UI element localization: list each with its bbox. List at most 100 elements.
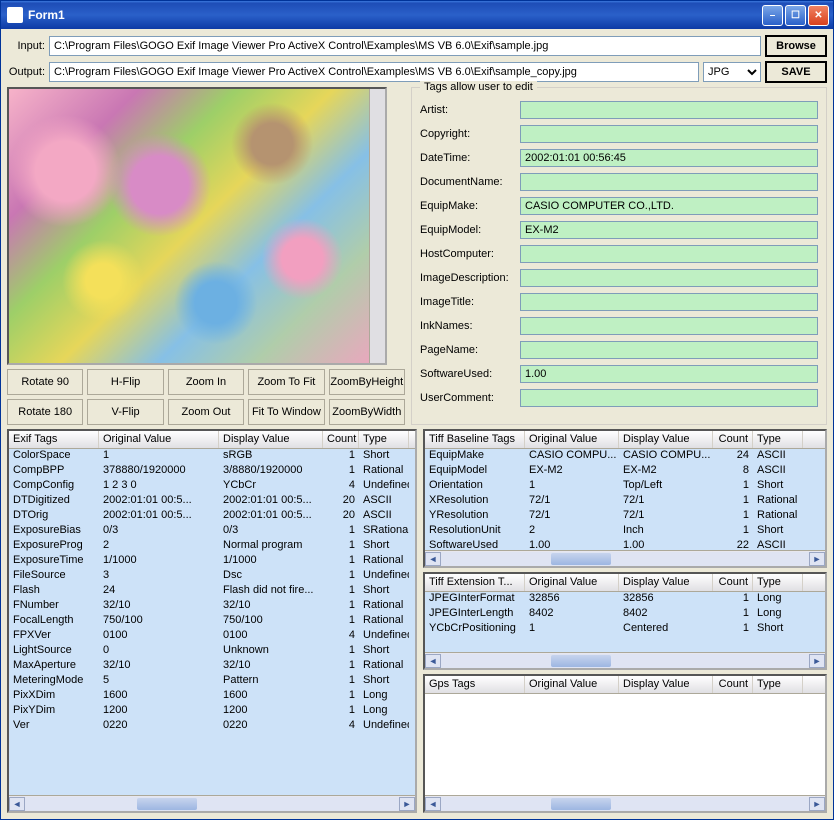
column-header[interactable]: Count [713,676,753,693]
minimize-button[interactable]: – [762,5,783,26]
zoombyheight-button[interactable]: ZoomByHeight [329,369,405,395]
scroll-left-icon[interactable]: ◄ [9,797,25,811]
table-row[interactable]: ResolutionUnit2Inch1Short [425,524,825,539]
tiff-baseline-listview[interactable]: Tiff Baseline TagsOriginal ValueDisplay … [423,429,827,568]
tag-input-inknames[interactable] [520,317,818,335]
maximize-button[interactable]: ☐ [785,5,806,26]
table-row[interactable]: EquipModelEX-M2EX-M28ASCII [425,464,825,479]
scroll-right-icon[interactable]: ► [809,797,825,811]
table-row[interactable]: YCbCrPositioning1Centered1Short [425,622,825,637]
table-row[interactable]: MeteringMode5Pattern1Short [9,674,415,689]
tag-label: DateTime: [420,152,516,164]
table-row[interactable]: Ver022002204Undefined [9,719,415,734]
table-row[interactable]: FNumber32/1032/101Rational [9,599,415,614]
tag-input-equipmake[interactable] [520,197,818,215]
table-row[interactable]: XResolution72/172/11Rational [425,494,825,509]
scroll-left-icon[interactable]: ◄ [425,654,441,668]
table-row[interactable]: DTOrig2002:01:01 00:5...2002:01:01 00:5.… [9,509,415,524]
tiffb-hscrollbar[interactable]: ◄ ► [425,550,825,566]
zoom-out-button[interactable]: Zoom Out [168,399,244,425]
scroll-right-icon[interactable]: ► [809,552,825,566]
column-header[interactable]: Original Value [99,431,219,448]
tag-input-documentname[interactable] [520,173,818,191]
tag-input-usercomment[interactable] [520,389,818,407]
column-header[interactable]: Type [753,574,803,591]
tag-input-pagename[interactable] [520,341,818,359]
zoom-in-button[interactable]: Zoom In [168,369,244,395]
table-row[interactable]: YResolution72/172/11Rational [425,509,825,524]
scroll-left-icon[interactable]: ◄ [425,797,441,811]
scroll-right-icon[interactable]: ► [809,654,825,668]
scroll-right-icon[interactable]: ► [399,797,415,811]
column-header[interactable]: Exif Tags [9,431,99,448]
close-button[interactable]: ✕ [808,5,829,26]
table-row[interactable]: Orientation1Top/Left1Short [425,479,825,494]
output-format-select[interactable]: JPG [703,62,761,82]
column-header[interactable]: Display Value [619,676,713,693]
table-row[interactable]: LightSource0Unknown1Short [9,644,415,659]
tag-input-equipmodel[interactable] [520,221,818,239]
table-row[interactable]: PixXDim160016001Long [9,689,415,704]
table-row[interactable]: ExposureTime1/10001/10001Rational [9,554,415,569]
column-header[interactable]: Display Value [619,431,713,448]
v-flip-button[interactable]: V-Flip [87,399,163,425]
gps-listview[interactable]: Gps TagsOriginal ValueDisplay ValueCount… [423,674,827,813]
browse-button[interactable]: Browse [765,35,827,57]
table-row[interactable]: SoftwareUsed1.001.0022ASCII [425,539,825,550]
tag-label: ImageTitle: [420,296,516,308]
table-row[interactable]: ExposureProg2Normal program1Short [9,539,415,554]
tiffe-hscrollbar[interactable]: ◄ ► [425,652,825,668]
tag-input-imagetitle[interactable] [520,293,818,311]
table-row[interactable]: Flash24Flash did not fire...1Short [9,584,415,599]
scroll-left-icon[interactable]: ◄ [425,552,441,566]
exif-hscrollbar[interactable]: ◄ ► [9,795,415,811]
table-row[interactable]: FocalLength750/100750/1001Rational [9,614,415,629]
table-row[interactable]: ExposureBias0/30/31SRational [9,524,415,539]
table-row[interactable]: DTDigitized2002:01:01 00:5...2002:01:01 … [9,494,415,509]
h-flip-button[interactable]: H-Flip [87,369,163,395]
table-row[interactable]: PixYDim120012001Long [9,704,415,719]
column-header[interactable]: Original Value [525,676,619,693]
column-header[interactable]: Tiff Extension T... [425,574,525,591]
fit-to-window-button[interactable]: Fit To Window [248,399,324,425]
column-header[interactable]: Type [753,431,803,448]
column-header[interactable]: Count [713,431,753,448]
tag-input-artist[interactable] [520,101,818,119]
input-path-field[interactable] [49,36,761,56]
exif-listview[interactable]: Exif TagsOriginal ValueDisplay ValueCoun… [7,429,417,813]
table-row[interactable]: JPEGInterFormat32856328561Long [425,592,825,607]
tag-label: SoftwareUsed: [420,368,516,380]
tag-input-copyright[interactable] [520,125,818,143]
rotate-180-button[interactable]: Rotate 180 [7,399,83,425]
column-header[interactable]: Original Value [525,431,619,448]
image-vscrollbar[interactable] [369,89,385,363]
zoom-to-fit-button[interactable]: Zoom To Fit [248,369,324,395]
tiff-extension-listview[interactable]: Tiff Extension T...Original ValueDisplay… [423,572,827,670]
output-path-field[interactable] [49,62,699,82]
tag-input-softwareused[interactable] [520,365,818,383]
table-row[interactable]: FPXVer010001004Undefined [9,629,415,644]
column-header[interactable]: Type [753,676,803,693]
column-header[interactable]: Type [359,431,409,448]
column-header[interactable]: Count [713,574,753,591]
tag-input-imagedescription[interactable] [520,269,818,287]
table-row[interactable]: ColorSpace1sRGB1Short [9,449,415,464]
gps-hscrollbar[interactable]: ◄ ► [425,795,825,811]
rotate-90-button[interactable]: Rotate 90 [7,369,83,395]
tag-input-datetime[interactable] [520,149,818,167]
table-row[interactable]: EquipMakeCASIO COMPU...CASIO COMPU...24A… [425,449,825,464]
column-header[interactable]: Display Value [219,431,323,448]
table-row[interactable]: FileSource3Dsc1Undefined [9,569,415,584]
tag-input-hostcomputer[interactable] [520,245,818,263]
column-header[interactable]: Display Value [619,574,713,591]
table-row[interactable]: JPEGInterLength840284021Long [425,607,825,622]
column-header[interactable]: Original Value [525,574,619,591]
zoombywidth-button[interactable]: ZoomByWidth [329,399,405,425]
table-row[interactable]: CompBPP378880/19200003/8880/19200001Rati… [9,464,415,479]
table-row[interactable]: MaxAperture32/1032/101Rational [9,659,415,674]
column-header[interactable]: Tiff Baseline Tags [425,431,525,448]
column-header[interactable]: Count [323,431,359,448]
save-button[interactable]: SAVE [765,61,827,83]
column-header[interactable]: Gps Tags [425,676,525,693]
table-row[interactable]: CompConfig1 2 3 0YCbCr4Undefined [9,479,415,494]
